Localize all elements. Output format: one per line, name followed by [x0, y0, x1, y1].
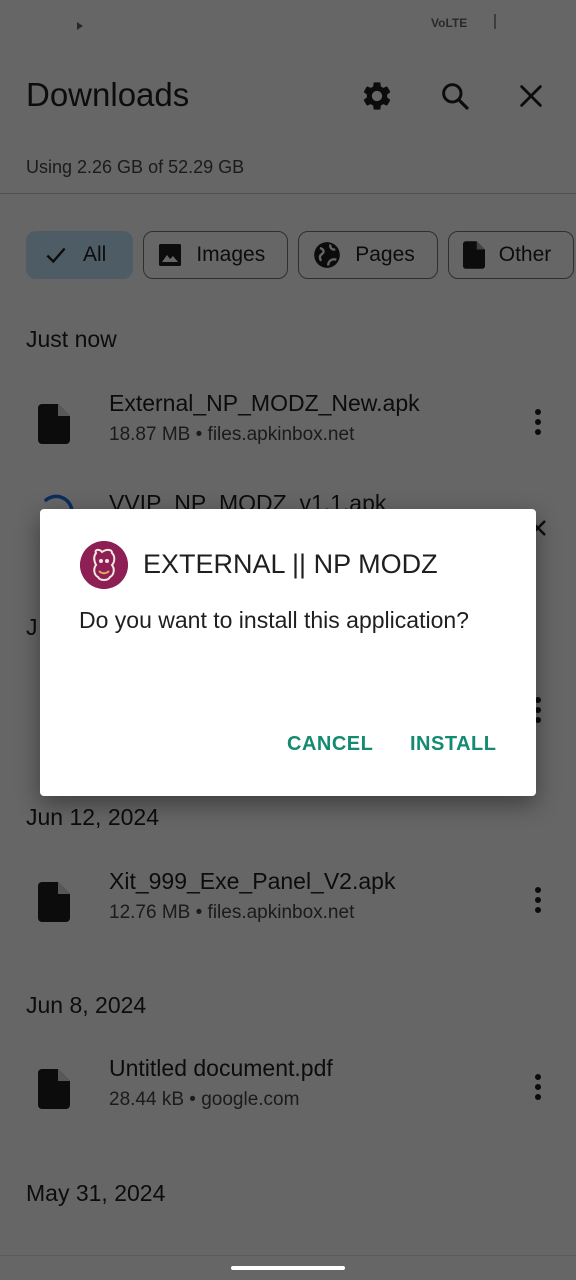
navbar-divider	[0, 1255, 576, 1256]
dialog-message: Do you want to install this application?	[79, 607, 469, 633]
install-button[interactable]: INSTALL	[410, 733, 496, 756]
install-dialog: EXTERNAL || NP MODZ Do you want to insta…	[40, 509, 536, 796]
cancel-button[interactable]: CANCEL	[287, 733, 373, 756]
app-icon	[80, 541, 128, 589]
dialog-app-name: EXTERNAL || NP MODZ	[143, 549, 438, 579]
home-gesture-handle[interactable]	[231, 1266, 345, 1270]
navigation-bar	[0, 1255, 576, 1280]
